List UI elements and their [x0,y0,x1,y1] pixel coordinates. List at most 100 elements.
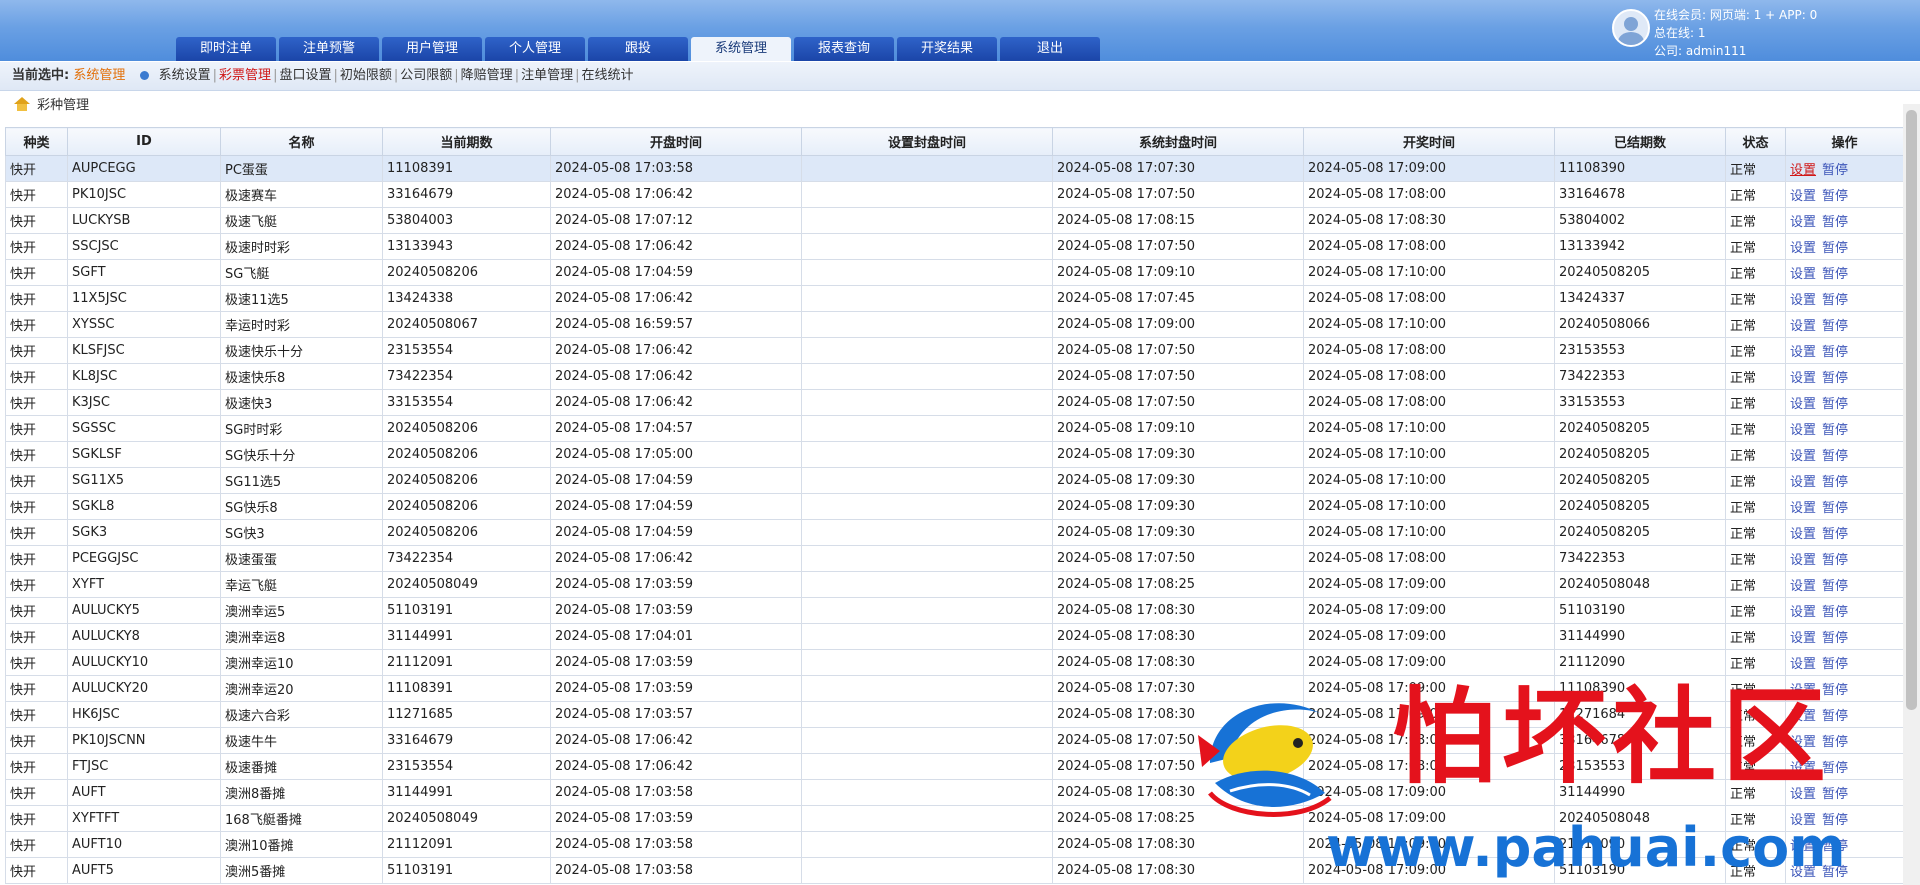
table-cell: 13133942 [1554,233,1726,260]
settings-link[interactable]: 设置 [1790,579,1816,594]
online-user-panel: 在线会员: 网页端: 1 + APP: 0 总在线: 1 公司: admin11… [1612,6,1817,62]
table-row[interactable]: 快开 SSCJSC 极速时时彩 13133943 2024-05-08 17:06:42… [5,233,1903,260]
pause-link[interactable]: 暂停 [1822,345,1848,360]
pause-link[interactable]: 暂停 [1822,605,1848,620]
table-row[interactable]: 快开 AUPCEGG PC蛋蛋 11108391 2024-05-08 17:03:58… [5,155,1903,182]
tab-1[interactable]: 即时注单 [176,37,276,61]
tab-5[interactable]: 跟投 [588,37,688,61]
table-row[interactable]: 快开 PK10JSC 极速赛车 33164679 2024-05-08 17:06:42… [5,181,1903,208]
sub-nav-link-4[interactable]: 初始限额 [340,68,392,83]
pause-link[interactable]: 暂停 [1822,501,1848,516]
table-cell: 正常 [1725,155,1786,182]
table-cell: 31144990 [1554,623,1726,650]
settings-link[interactable]: 设置 [1790,319,1816,334]
pause-link[interactable]: 暂停 [1822,319,1848,334]
table-row[interactable]: 快开 SGKL8 SG快乐8 20240508206 2024-05-08 17:04:… [5,493,1903,520]
table-row[interactable]: 快开 SGK3 SG快3 20240508206 2024-05-08 17:04:59… [5,519,1903,546]
settings-link[interactable]: 设置 [1790,397,1816,412]
pause-link[interactable]: 暂停 [1822,553,1848,568]
sub-nav-link-8[interactable]: 在线统计 [581,68,633,83]
sub-nav-link-1[interactable]: 系统设置 [159,68,211,83]
settings-link[interactable]: 设置 [1790,527,1816,542]
pause-link[interactable]: 暂停 [1822,163,1848,178]
pause-link[interactable]: 暂停 [1822,449,1848,464]
tab-7[interactable]: 报表查询 [794,37,894,61]
table-cell: 快开 [5,363,68,390]
pause-link[interactable]: 暂停 [1822,657,1848,672]
table-cell: 73422353 [1554,363,1726,390]
settings-link[interactable]: 设置 [1790,501,1816,516]
pause-link[interactable]: 暂停 [1822,267,1848,282]
table-cell: 正常 [1725,441,1786,468]
table-cell: XYFTFT [67,805,221,832]
pause-link[interactable]: 暂停 [1822,397,1848,412]
settings-link[interactable]: 设置 [1790,553,1816,568]
settings-link[interactable]: 设置 [1790,267,1816,282]
pause-link[interactable]: 暂停 [1822,423,1848,438]
table-row[interactable]: 快开 KL8JSC 极速快乐8 73422354 2024-05-08 17:06:42… [5,363,1903,390]
pause-link[interactable]: 暂停 [1822,631,1848,646]
table-cell: 快开 [5,831,68,858]
tab-4[interactable]: 个人管理 [485,37,585,61]
pause-link[interactable]: 暂停 [1822,189,1848,204]
settings-link[interactable]: 设置 [1790,293,1816,308]
table-row[interactable]: 快开 AULUCKY5 澳洲幸运5 51103191 2024-05-08 17:03:… [5,597,1903,624]
table-row[interactable]: 快开 SGFT SG飞艇 20240508206 2024-05-08 17:04:59… [5,259,1903,286]
sub-nav-link-7[interactable]: 注单管理 [521,68,573,83]
scrollbar-thumb[interactable] [1906,110,1917,710]
table-cell: AULUCKY8 [67,623,221,650]
table-row[interactable]: 快开 XYSSC 幸运时时彩 20240508067 2024-05-08 16:59:… [5,311,1903,338]
settings-link[interactable]: 设置 [1790,371,1816,386]
settings-link[interactable]: 设置 [1790,423,1816,438]
settings-link[interactable]: 设置 [1790,449,1816,464]
tab-2[interactable]: 注单预警 [279,37,379,61]
table-row[interactable]: 快开 SG11X5 SG11选5 20240508206 2024-05-08 17:0… [5,467,1903,494]
sub-nav-separator: | [454,68,459,83]
settings-link[interactable]: 设置 [1790,215,1816,230]
tab-6[interactable]: 系统管理 [691,37,791,61]
table-row[interactable]: 快开 SGSSC SG时时彩 20240508206 2024-05-08 17:04:… [5,415,1903,442]
pause-link[interactable]: 暂停 [1822,215,1848,230]
sub-nav-link-2[interactable]: 彩票管理 [219,68,271,83]
table-cell [801,181,1053,208]
table-cell: 正常 [1725,311,1786,338]
table-cell: 33153554 [382,389,551,416]
pause-link[interactable]: 暂停 [1822,293,1848,308]
settings-link[interactable]: 设置 [1790,345,1816,360]
table-row[interactable]: 快开 KLSFJSC 极速快乐十分 23153554 2024-05-08 17:06:… [5,337,1903,364]
sub-nav-link-5[interactable]: 公司限额 [400,68,452,83]
pause-link[interactable]: 暂停 [1822,371,1848,386]
table-cell: 2024-05-08 17:09:00 [1303,597,1555,624]
tab-9[interactable]: 退出 [1000,37,1100,61]
table-cell: 20240508205 [1554,467,1726,494]
settings-link[interactable]: 设置 [1790,605,1816,620]
table-row[interactable]: 快开 XYFT 幸运飞艇 20240508049 2024-05-08 17:03:59… [5,571,1903,598]
settings-link[interactable]: 设置 [1790,189,1816,204]
table-row[interactable]: 快开 SGKLSF SG快乐十分 20240508206 2024-05-08 17:0… [5,441,1903,468]
table-row[interactable]: 快开 K3JSC 极速快3 33153554 2024-05-08 17:06:42 20… [5,389,1903,416]
pause-link[interactable]: 暂停 [1822,241,1848,256]
settings-link[interactable]: 设置 [1790,475,1816,490]
settings-link[interactable]: 设置 [1790,241,1816,256]
settings-link[interactable]: 设置 [1790,631,1816,646]
table-cell: 21112091 [382,649,551,676]
column-header: 种类 [5,127,68,156]
pause-link[interactable]: 暂停 [1822,475,1848,490]
table-row[interactable]: 快开 LUCKYSB 极速飞艇 53804003 2024-05-08 17:07:12… [5,207,1903,234]
settings-link[interactable]: 设置 [1790,163,1816,178]
table-cell: 快开 [5,597,68,624]
tab-3[interactable]: 用户管理 [382,37,482,61]
sub-nav-link-3[interactable]: 盘口设置 [279,68,331,83]
table-cell: 2024-05-08 17:08:00 [1303,337,1555,364]
table-cell: 2024-05-08 17:03:58 [550,779,802,806]
sub-nav-link-6[interactable]: 降赔管理 [461,68,513,83]
table-cell: SG11X5 [67,467,221,494]
settings-link[interactable]: 设置 [1790,657,1816,672]
table-row[interactable]: 快开 11X5JSC 极速11选5 13424338 2024-05-08 17:06:… [5,285,1903,312]
table-row[interactable]: 快开 AULUCKY10 澳洲幸运10 21112091 2024-05-08 17:0… [5,649,1903,676]
tab-8[interactable]: 开奖结果 [897,37,997,61]
table-row[interactable]: 快开 PCEGGJSC 极速蛋蛋 73422354 2024-05-08 17:06:4… [5,545,1903,572]
pause-link[interactable]: 暂停 [1822,527,1848,542]
table-row[interactable]: 快开 AULUCKY8 澳洲幸运8 31144991 2024-05-08 17:04:… [5,623,1903,650]
pause-link[interactable]: 暂停 [1822,579,1848,594]
